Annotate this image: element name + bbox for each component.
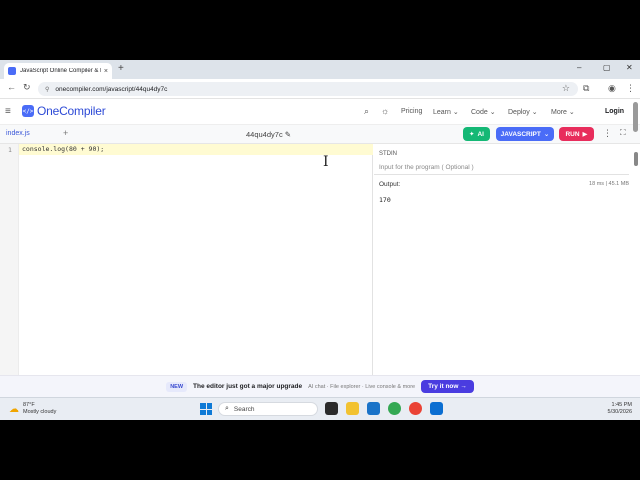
- chevron-down-icon: ⌄: [543, 131, 550, 138]
- sparkle-icon: ✦: [469, 131, 475, 138]
- theme-toggle-icon[interactable]: ☼: [381, 106, 389, 116]
- login-link[interactable]: Login: [605, 108, 624, 115]
- nav-deploy-label: Deploy: [508, 109, 530, 116]
- search-icon: ⌕: [225, 405, 229, 412]
- add-file-button[interactable]: +: [63, 128, 68, 138]
- ai-button-label: AI: [477, 130, 484, 138]
- ai-button[interactable]: ✦ AI: [463, 127, 490, 141]
- output-label: Output:: [379, 181, 401, 188]
- browser-menu-icon[interactable]: ⋮: [626, 83, 635, 94]
- bookmark-star-icon[interactable]: ☆: [562, 83, 570, 94]
- taskbar-search-label: Search: [233, 405, 255, 413]
- code-editor[interactable]: 1 console.log(80 + 90); I: [0, 144, 373, 375]
- announcement-bar: NEW The editor just got a major upgrade …: [0, 375, 640, 397]
- site-info-icon[interactable]: ⚲: [45, 86, 49, 93]
- close-window-button[interactable]: ✕: [626, 63, 633, 72]
- language-selector[interactable]: JAVASCRIPT ⌄: [496, 127, 554, 141]
- pencil-icon[interactable]: ✎: [285, 130, 291, 139]
- address-url: onecompiler.com/javascript/44qu4dy7c: [55, 85, 168, 93]
- editor-toolbar: index.js + 44qu4dy7c ✎ ✦ AI JAVASCRIPT ⌄ R…: [0, 125, 640, 144]
- run-button[interactable]: RUN ▶: [559, 127, 594, 141]
- nav-pricing[interactable]: Pricing: [401, 108, 422, 115]
- chrome-icon[interactable]: [388, 402, 401, 415]
- nav-code-label: Code: [471, 109, 488, 116]
- clock-time: 1:45 PM: [611, 402, 632, 408]
- back-icon[interactable]: ←: [7, 82, 16, 92]
- onecompiler-logo[interactable]: </> OneCompiler: [22, 104, 106, 118]
- more-options-icon[interactable]: ⋮: [603, 128, 612, 139]
- line-number-gutter: 1: [0, 144, 19, 375]
- task-view-icon[interactable]: [325, 402, 338, 415]
- text-cursor-icon: I: [323, 154, 329, 170]
- io-panel: STDIN Output: 18 ms | 45.1 MB 170: [374, 144, 640, 375]
- search-icon[interactable]: ⌕: [364, 106, 369, 117]
- try-it-now-button[interactable]: Try it now →: [421, 380, 474, 393]
- new-badge: NEW: [166, 381, 188, 392]
- outlook-app-icon[interactable]: [430, 402, 443, 415]
- project-name-label: 44qu4dy7c: [246, 130, 283, 139]
- line-number: 1: [8, 146, 12, 154]
- chevron-down-icon: ⌄: [531, 109, 538, 116]
- logo-text: OneCompiler: [37, 104, 106, 118]
- clock-date: 5/30/2026: [607, 409, 632, 415]
- stdin-scrollbar[interactable]: [634, 152, 638, 166]
- browser-tab-title: JavaScript Online Compiler & I: [20, 68, 101, 74]
- reload-icon[interactable]: ↻: [23, 82, 31, 93]
- nav-more-label: More: [551, 109, 567, 116]
- chevron-down-icon: ⌄: [452, 109, 459, 116]
- minimize-button[interactable]: –: [577, 63, 581, 72]
- file-tab-index-js[interactable]: index.js: [6, 130, 30, 137]
- onecompiler-favicon-icon: [8, 67, 16, 75]
- screen: JavaScript Online Compiler & I × + – ▢ ✕…: [0, 60, 640, 420]
- stdin-label: STDIN: [379, 151, 397, 157]
- partly-cloudy-icon: ☁: [9, 403, 19, 415]
- code-line[interactable]: console.log(80 + 90);: [22, 145, 104, 153]
- nav-more[interactable]: More ⌄: [551, 108, 575, 116]
- windows-taskbar: ☁ 87°F Mostly cloudy ⌕ Search 1:45 PM 5/…: [0, 397, 640, 420]
- file-explorer-icon[interactable]: [346, 402, 359, 415]
- page-scrollbar[interactable]: [633, 102, 638, 132]
- system-clock[interactable]: 1:45 PM 5/30/2026: [608, 402, 632, 416]
- language-label: JAVASCRIPT: [500, 130, 541, 138]
- fullscreen-icon[interactable]: ⛶: [620, 128, 626, 138]
- browser-tab-strip: JavaScript Online Compiler & I × + – ▢ ✕: [0, 60, 640, 79]
- output-value: 170: [379, 196, 391, 204]
- announcement-headline: The editor just got a major upgrade: [193, 383, 303, 390]
- stdin-input[interactable]: [379, 160, 625, 174]
- play-icon: ▶: [582, 131, 588, 138]
- browser-tab[interactable]: JavaScript Online Compiler & I ×: [4, 63, 112, 79]
- weather-widget[interactable]: ☁ 87°F Mostly cloudy: [9, 402, 56, 416]
- nav-learn-label: Learn: [433, 109, 451, 116]
- address-bar[interactable]: ⚲ onecompiler.com/javascript/44qu4dy7c ☆: [38, 82, 578, 96]
- run-button-label: RUN: [565, 130, 580, 138]
- output-meta: 18 ms | 45.1 MB: [589, 181, 629, 187]
- nav-learn[interactable]: Learn ⌄: [433, 108, 459, 116]
- windows-start-icon[interactable]: [200, 403, 212, 415]
- screen-cast-icon[interactable]: ⧉: [583, 83, 589, 94]
- browser-toolbar: ← ↻ ⚲ onecompiler.com/javascript/44qu4dy…: [0, 79, 640, 99]
- close-tab-icon[interactable]: ×: [104, 68, 108, 75]
- logo-mark-icon: </>: [22, 105, 34, 117]
- chrome-active-icon[interactable]: [409, 402, 422, 415]
- maximize-button[interactable]: ▢: [603, 63, 611, 72]
- temperature: 87°F: [23, 402, 35, 408]
- chevron-down-icon: ⌄: [568, 109, 575, 116]
- hamburger-menu-icon[interactable]: ≡: [5, 106, 11, 117]
- announcement-details: AI chat · File explorer · Live console &…: [308, 383, 416, 390]
- weather-condition: Mostly cloudy: [23, 409, 57, 415]
- new-tab-button[interactable]: +: [118, 63, 124, 74]
- io-divider: [374, 174, 629, 175]
- nav-deploy[interactable]: Deploy ⌄: [508, 108, 538, 116]
- taskbar-search[interactable]: ⌕ Search: [218, 402, 318, 416]
- nav-code[interactable]: Code ⌄: [471, 108, 496, 116]
- project-name[interactable]: 44qu4dy7c ✎: [246, 130, 291, 139]
- profile-icon[interactable]: ◉: [608, 83, 616, 94]
- site-header: ≡ </> OneCompiler ⌕ ☼ Pricing Learn ⌄ Co…: [0, 100, 640, 125]
- outlook-icon[interactable]: [367, 402, 380, 415]
- chevron-down-icon: ⌄: [489, 109, 496, 116]
